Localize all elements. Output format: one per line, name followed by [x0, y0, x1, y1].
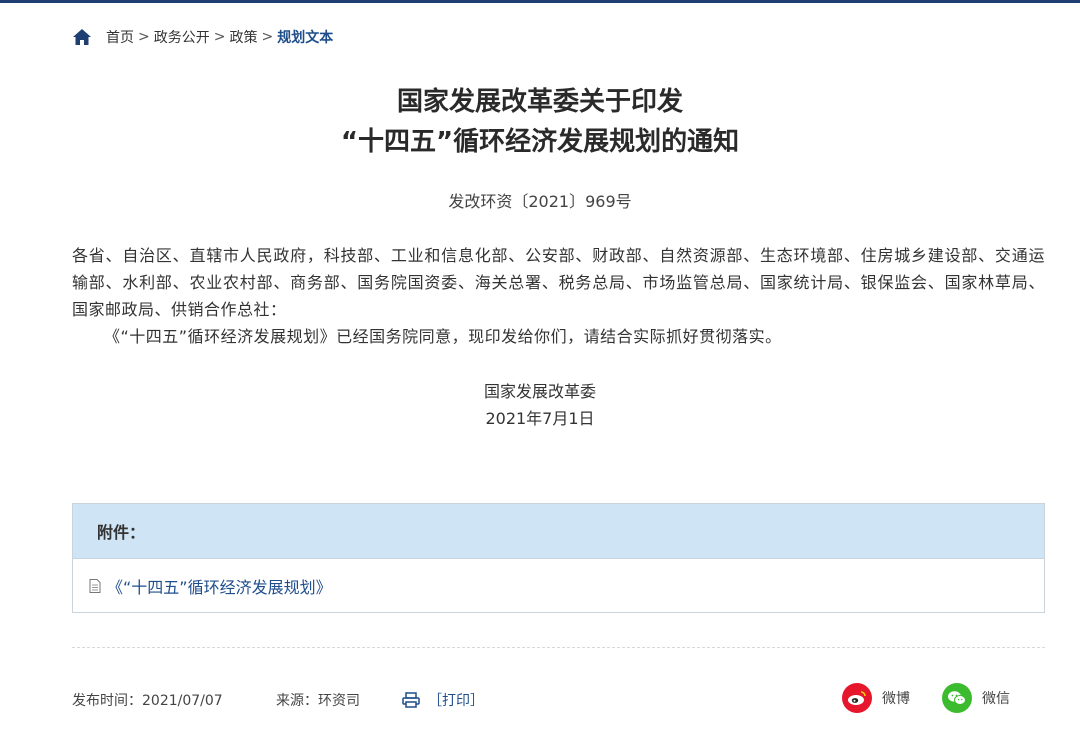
share-wechat-button[interactable]: 微信 [942, 682, 1010, 714]
breadcrumb-current[interactable]: 规划文本 [277, 27, 333, 47]
page-title-line1: 国家发展改革委关于印发 [396, 87, 683, 117]
wechat-icon [942, 683, 972, 713]
home-icon[interactable] [72, 28, 92, 46]
page-title-line2: “十四五”循环经济发展规划的通知 [340, 127, 740, 157]
weibo-icon [842, 683, 872, 713]
breadcrumb-home[interactable]: 首页 [106, 27, 134, 47]
signature-org: 国家发展改革委 [483, 382, 596, 401]
breadcrumb-separator: > [213, 29, 226, 45]
print-button[interactable]: ［打印］ [402, 689, 484, 711]
breadcrumb-separator: > [138, 29, 150, 45]
breadcrumb-separator: > [261, 29, 274, 45]
share-weibo-button[interactable]: 微博 [842, 682, 910, 714]
document-icon [89, 578, 101, 593]
source: 来源：环资司 [276, 693, 360, 709]
main-paragraph: 《“十四五”循环经济发展规划》已经国务院同意，现印发给你们，请结合实际抓好贯彻落… [104, 327, 782, 346]
attachment-link[interactable]: 《“十四五”循环经济发展规划》 [107, 574, 332, 598]
divider [72, 647, 1045, 648]
breadcrumb-gov-affairs[interactable]: 政务公开 [154, 27, 210, 47]
document-body: 各省、自治区、直辖市人民政府，科技部、工业和信息化部、公安部、财政部、自然资源部… [72, 242, 1045, 350]
attachment-heading: 附件： [73, 504, 1044, 559]
signature-date: 2021年7月1日 [485, 409, 595, 428]
weibo-label[interactable]: 微博 [882, 688, 910, 708]
attachment-item[interactable]: 《“十四五”循环经济发展规划》 [73, 559, 1044, 612]
attachment-box: 附件： 《“十四五”循环经济发展规划》 [72, 503, 1045, 613]
print-label[interactable]: ［打印］ [428, 690, 484, 710]
breadcrumb: 首页 > 政务公开 > 政策 > 规划文本 [72, 26, 333, 48]
printer-icon [402, 692, 420, 708]
publish-time: 发布时间：2021/07/07 [72, 693, 223, 709]
document-number: 发改环资〔2021〕969号 [448, 192, 632, 211]
wechat-label[interactable]: 微信 [982, 688, 1010, 708]
recipients-paragraph: 各省、自治区、直辖市人民政府，科技部、工业和信息化部、公安部、财政部、自然资源部… [72, 246, 1045, 319]
breadcrumb-policy[interactable]: 政策 [229, 27, 257, 47]
top-accent-bar [0, 0, 1080, 3]
